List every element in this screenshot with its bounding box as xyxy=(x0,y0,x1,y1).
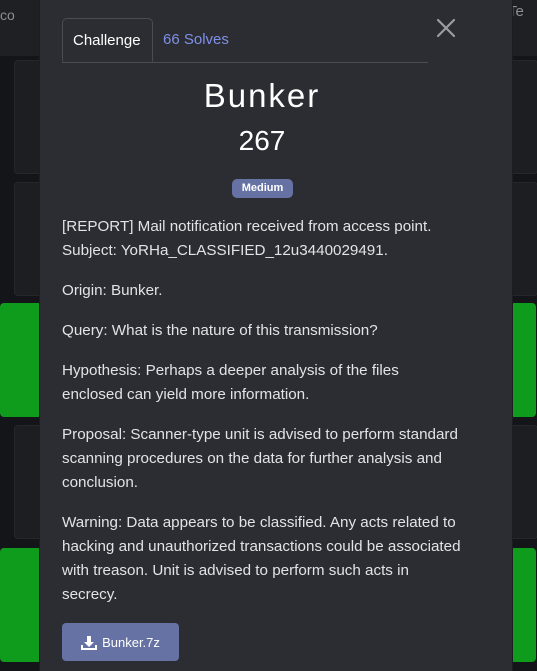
download-file-label: Bunker.7z xyxy=(102,634,160,650)
challenge-points: 267 xyxy=(238,125,286,156)
description-paragraph: Origin: Bunker. xyxy=(62,282,163,299)
tab-challenge[interactable]: Challenge xyxy=(62,18,153,62)
description-paragraph: Warning: Data appears to be classified. … xyxy=(62,514,461,603)
download-file-button[interactable]: Bunker.7z xyxy=(62,623,179,661)
download-icon xyxy=(81,635,98,650)
difficulty-badge: Medium xyxy=(232,179,293,198)
tab-solves[interactable]: 66 Solves xyxy=(153,18,239,62)
description-paragraph: [REPORT] Mail notification received from… xyxy=(62,218,432,259)
background-nav-link[interactable]: co xyxy=(0,7,15,23)
challenge-modal: Challenge 66 Solves Bunker 267 Medium [R… xyxy=(40,0,512,671)
tab-bar: Challenge 66 Solves xyxy=(62,18,428,63)
description-paragraph: Query: What is the nature of this transm… xyxy=(62,322,378,339)
close-icon[interactable] xyxy=(434,15,458,41)
challenge-name: Bunker xyxy=(203,77,321,114)
description-paragraph: Hypothesis: Perhaps a deeper analysis of… xyxy=(62,362,399,403)
challenge-description: [REPORT] Mail notification received from… xyxy=(62,215,462,623)
description-paragraph: Proposal: Scanner-type unit is advised t… xyxy=(62,426,458,491)
